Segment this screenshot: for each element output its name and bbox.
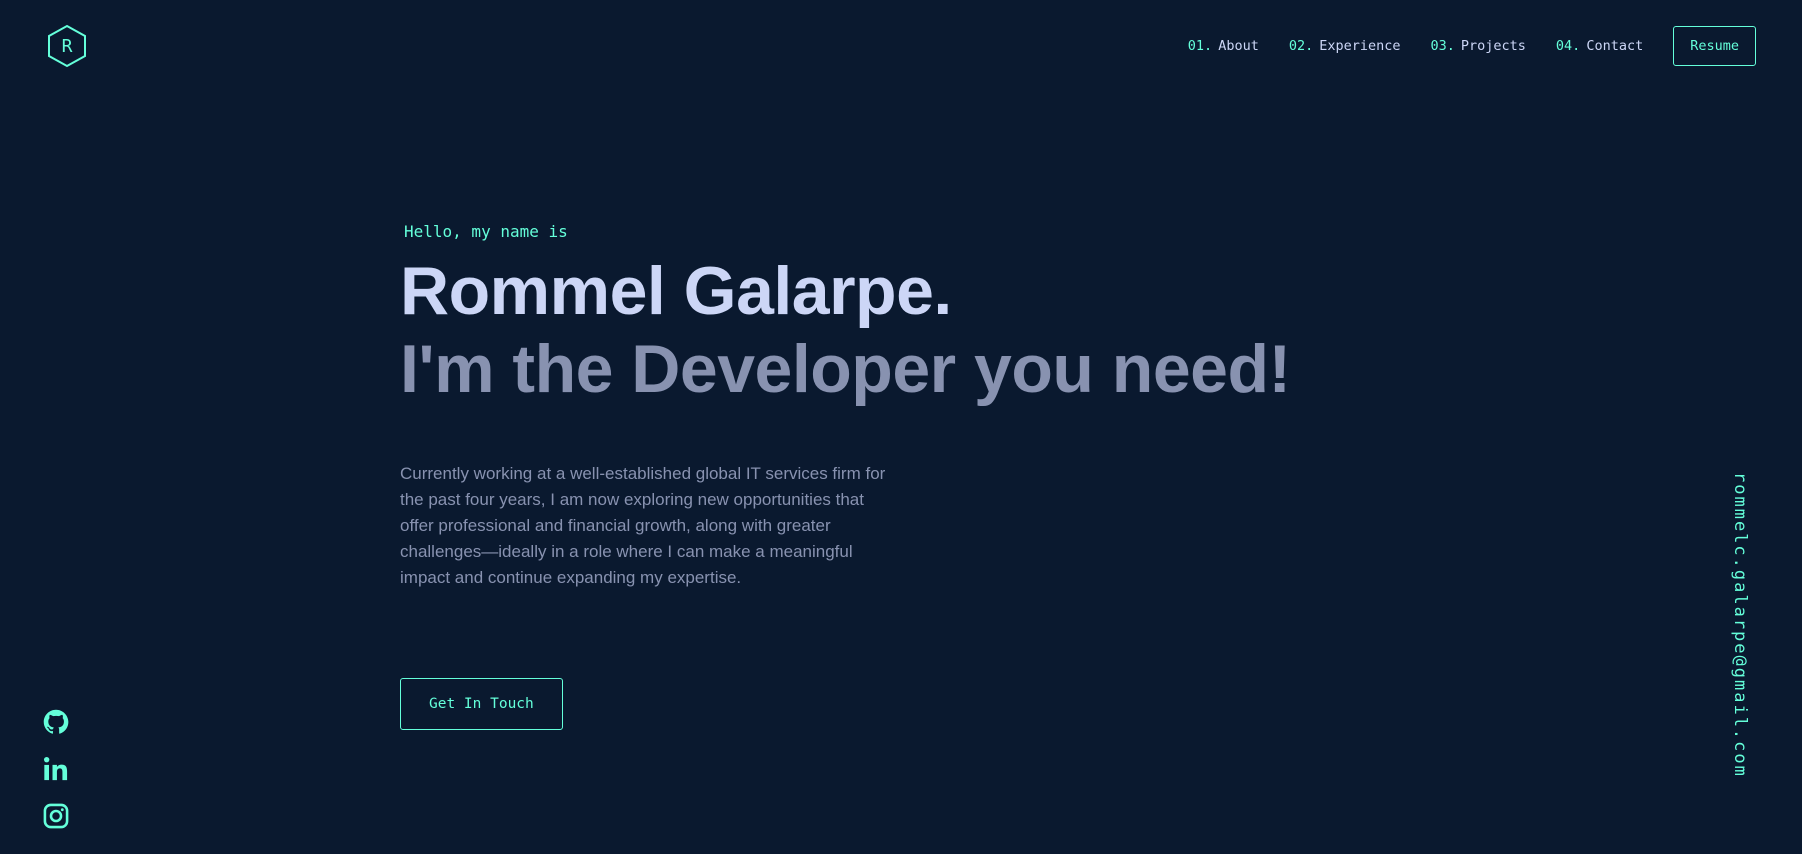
hero-name: Rommel Galarpe. bbox=[400, 253, 952, 329]
nav-label: Projects bbox=[1460, 38, 1526, 54]
social-links bbox=[42, 708, 70, 849]
logo[interactable]: R bbox=[46, 24, 88, 68]
logo-letter: R bbox=[61, 35, 73, 57]
email-link[interactable]: rommelc.galarpe@gmail.com bbox=[1730, 472, 1750, 778]
linkedin-icon bbox=[43, 756, 68, 781]
github-link[interactable] bbox=[42, 708, 70, 736]
instagram-icon bbox=[43, 803, 69, 829]
github-icon bbox=[43, 709, 69, 734]
instagram-link[interactable] bbox=[42, 802, 70, 830]
nav-item-experience[interactable]: 02. Experience bbox=[1289, 38, 1401, 54]
nav-item-about[interactable]: 01. About bbox=[1188, 38, 1259, 54]
hero-section: Hello, my name is Rommel Galarpe. I'm th… bbox=[400, 222, 1350, 731]
nav-item-contact[interactable]: 04. Contact bbox=[1556, 38, 1643, 54]
nav-number: 02. bbox=[1288, 38, 1314, 54]
nav-label: Contact bbox=[1586, 38, 1644, 54]
nav-item-projects[interactable]: 03. Projects bbox=[1431, 38, 1526, 54]
nav-number: 03. bbox=[1430, 38, 1455, 54]
greeting-text: Hello, my name is bbox=[404, 222, 568, 241]
hero-tagline: I'm the Developer you need! bbox=[400, 331, 1291, 408]
nav-label: Experience bbox=[1319, 38, 1401, 54]
resume-button[interactable]: Resume bbox=[1673, 26, 1756, 66]
main-nav: 01. About 02. Experience 03. Projects 04. Co… bbox=[1188, 26, 1756, 66]
get-in-touch-button[interactable]: Get In Touch bbox=[400, 678, 563, 731]
linkedin-link[interactable] bbox=[42, 755, 70, 783]
nav-number: 04. bbox=[1555, 38, 1581, 54]
hero-description: Currently working at a well-established … bbox=[400, 464, 886, 588]
nav-number: 01. bbox=[1187, 38, 1213, 54]
nav-label: About bbox=[1218, 38, 1259, 54]
